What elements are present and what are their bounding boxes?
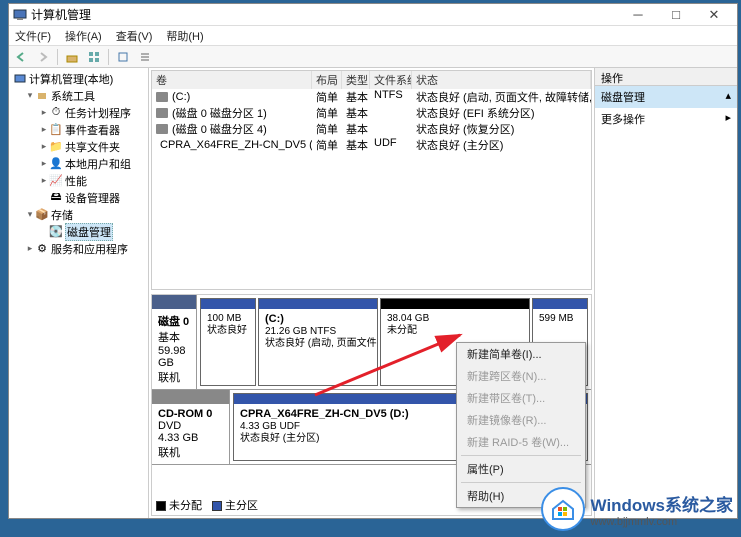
tree-local-users[interactable]: ▸👤本地用户和组	[11, 155, 146, 172]
col-type[interactable]: 类型	[342, 71, 370, 89]
ctx-new-spanned-volume: 新建跨区卷(N)...	[457, 365, 585, 387]
volume-row[interactable]: CPRA_X64FRE_ZH-CN_DV5 (D:)简单基本UDF状态良好 (主…	[152, 137, 591, 153]
menubar: 文件(F) 操作(A) 查看(V) 帮助(H)	[9, 26, 737, 46]
actions-header: 操作	[595, 68, 737, 86]
tree-root[interactable]: 计算机管理(本地)	[11, 70, 146, 87]
toolbar-view-icon[interactable]	[84, 48, 104, 66]
volume-row[interactable]: (磁盘 0 磁盘分区 4)简单基本状态良好 (恢复分区)	[152, 121, 591, 137]
watermark-url: www.bjjmmlv.com	[591, 516, 733, 528]
disk-0-info[interactable]: 磁盘 0 基本 59.98 GB 联机	[152, 295, 197, 389]
toolbar-list-icon[interactable]	[135, 48, 155, 66]
context-menu: 新建简单卷(I)... 新建跨区卷(N)... 新建带区卷(T)... 新建镜像…	[456, 342, 586, 508]
col-volume[interactable]: 卷	[152, 71, 312, 89]
window-title: 计算机管理	[31, 6, 619, 23]
volume-icon	[156, 124, 168, 134]
close-button[interactable]: ✕	[695, 5, 733, 25]
actions-diskmgmt[interactable]: 磁盘管理▴	[595, 86, 737, 108]
watermark-title: Windows系统之家	[591, 491, 733, 516]
chevron-right-icon: ▸	[725, 111, 731, 127]
tree-storage[interactable]: ▾📦存储	[11, 206, 146, 223]
navigation-tree[interactable]: 计算机管理(本地) ▾系统工具 ▸⏱任务计划程序 ▸📋事件查看器 ▸📁共享文件夹…	[9, 68, 149, 518]
tree-device-manager[interactable]: 🖴设备管理器	[11, 189, 146, 206]
ctx-new-mirror-volume: 新建镜像卷(R)...	[457, 409, 585, 431]
menu-help[interactable]: 帮助(H)	[164, 28, 205, 44]
minimize-button[interactable]: ─	[619, 5, 657, 25]
partition-c[interactable]: (C:)21.26 GB NTFS状态良好 (启动, 页面文件	[258, 298, 378, 386]
legend: 未分配 主分区	[156, 497, 258, 513]
tree-performance[interactable]: ▸📈性能	[11, 172, 146, 189]
back-button[interactable]	[11, 48, 31, 66]
up-button[interactable]	[62, 48, 82, 66]
toolbar	[9, 46, 737, 68]
menu-file[interactable]: 文件(F)	[13, 28, 53, 44]
col-status[interactable]: 状态	[412, 71, 591, 89]
tree-system-tools[interactable]: ▾系统工具	[11, 87, 146, 104]
ctx-new-striped-volume: 新建带区卷(T)...	[457, 387, 585, 409]
ctx-properties[interactable]: 属性(P)	[457, 458, 585, 480]
tree-disk-management[interactable]: 💽磁盘管理	[11, 223, 146, 240]
volume-list[interactable]: 卷 布局 类型 文件系统 状态 (C:)简单基本NTFS状态良好 (启动, 页面…	[151, 70, 592, 290]
computer-management-window: 计算机管理 ─ □ ✕ 文件(F) 操作(A) 查看(V) 帮助(H) 计算机管…	[8, 3, 738, 519]
volume-header: 卷 布局 类型 文件系统 状态	[152, 71, 591, 89]
ctx-new-raid5-volume: 新建 RAID-5 卷(W)...	[457, 431, 585, 453]
tree-task-scheduler[interactable]: ▸⏱任务计划程序	[11, 104, 146, 121]
dropdown-icon: ▴	[725, 89, 731, 105]
volume-icon	[156, 108, 168, 118]
tree-shared-folders[interactable]: ▸📁共享文件夹	[11, 138, 146, 155]
forward-button[interactable]	[33, 48, 53, 66]
titlebar: 计算机管理 ─ □ ✕	[9, 4, 737, 26]
refresh-icon[interactable]	[113, 48, 133, 66]
actions-more[interactable]: 更多操作▸	[595, 108, 737, 130]
volume-row[interactable]: (C:)简单基本NTFS状态良好 (启动, 页面文件, 故障转储, 基本数据分区…	[152, 89, 591, 105]
partition-efi[interactable]: 100 MB状态良好	[200, 298, 256, 386]
app-icon	[13, 8, 27, 22]
actions-pane: 操作 磁盘管理▴ 更多操作▸	[595, 68, 737, 518]
col-layout[interactable]: 布局	[312, 71, 342, 89]
tree-services[interactable]: ▸⚙服务和应用程序	[11, 240, 146, 257]
volume-row[interactable]: (磁盘 0 磁盘分区 1)简单基本状态良好 (EFI 系统分区)	[152, 105, 591, 121]
menu-view[interactable]: 查看(V)	[114, 28, 155, 44]
watermark: Windows系统之家 www.bjjmmlv.com	[541, 487, 733, 531]
cdrom-info[interactable]: CD-ROM 0 DVD 4.33 GB 联机	[152, 390, 230, 464]
maximize-button[interactable]: □	[657, 5, 695, 25]
volume-icon	[156, 92, 168, 102]
ctx-new-simple-volume[interactable]: 新建简单卷(I)...	[457, 343, 585, 365]
col-fs[interactable]: 文件系统	[370, 71, 412, 89]
watermark-logo-icon	[541, 487, 585, 531]
tree-event-viewer[interactable]: ▸📋事件查看器	[11, 121, 146, 138]
menu-action[interactable]: 操作(A)	[63, 28, 104, 44]
